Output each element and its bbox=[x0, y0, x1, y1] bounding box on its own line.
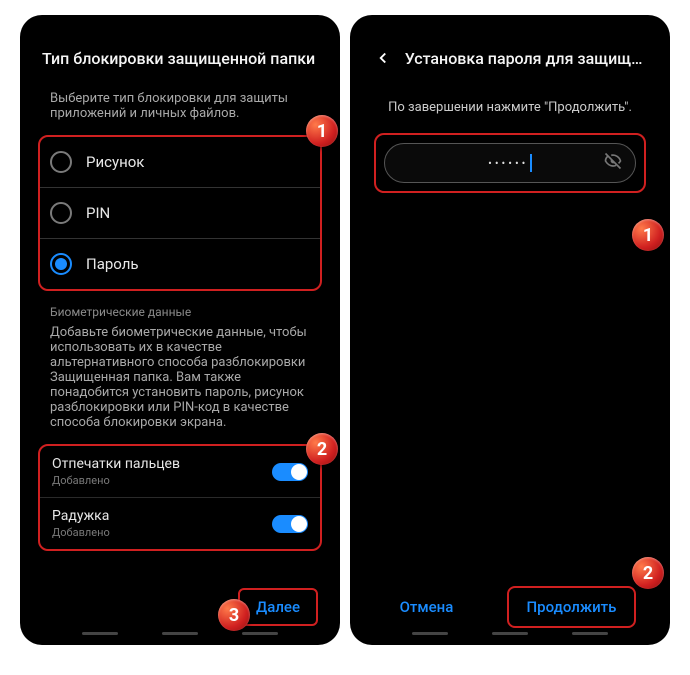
header: Тип блокировки защищенной папки bbox=[34, 29, 326, 87]
callout-1: 1 bbox=[632, 219, 664, 251]
bio-fingerprint[interactable]: Отпечатки пальцевДобавлено bbox=[40, 446, 320, 497]
header: Установка пароля для защищен... bbox=[364, 29, 656, 87]
nav-bar bbox=[350, 632, 670, 644]
callout-2: 2 bbox=[632, 557, 664, 589]
radio-icon bbox=[50, 202, 72, 224]
callout-2: 2 bbox=[306, 433, 338, 465]
next-button[interactable]: Далее bbox=[238, 588, 318, 626]
nav-bar bbox=[20, 632, 340, 644]
bio-helper-text: Добавьте биометрические данные, чтобы ис… bbox=[34, 321, 326, 444]
cancel-button[interactable]: Отмена bbox=[384, 590, 470, 624]
option-pin[interactable]: PIN bbox=[40, 187, 320, 238]
helper-text: Выберите тип блокировки для защиты прило… bbox=[34, 87, 326, 135]
phone-set-password: Установка пароля для защищен... По завер… bbox=[350, 15, 670, 645]
eye-off-icon[interactable] bbox=[603, 151, 623, 175]
continue-button[interactable]: Продолжить bbox=[507, 586, 637, 628]
callout-3: 3 bbox=[218, 599, 250, 631]
callout-1: 1 bbox=[306, 115, 338, 147]
phone-lock-type: Тип блокировки защищенной папки Выберите… bbox=[20, 15, 340, 645]
password-input[interactable]: •••••• bbox=[384, 143, 636, 183]
helper-text: По завершении нажмите "Продолжить". bbox=[364, 87, 656, 127]
section-biometrics: Биометрические данные bbox=[34, 291, 326, 321]
back-button[interactable] bbox=[372, 46, 395, 70]
toggle-fingerprint[interactable] bbox=[272, 463, 308, 481]
lock-type-list: Рисунок PIN Пароль bbox=[38, 135, 322, 291]
text-cursor bbox=[530, 154, 532, 172]
page-title: Установка пароля для защищен... bbox=[405, 49, 648, 68]
radio-icon-selected bbox=[50, 253, 72, 275]
page-title: Тип блокировки защищенной папки bbox=[42, 49, 315, 68]
radio-icon bbox=[50, 151, 72, 173]
option-password[interactable]: Пароль bbox=[40, 238, 320, 289]
password-area: •••••• bbox=[374, 133, 646, 193]
bio-iris[interactable]: РадужкаДобавлено bbox=[40, 497, 320, 549]
option-pattern[interactable]: Рисунок bbox=[40, 137, 320, 187]
biometrics-list: Отпечатки пальцевДобавлено РадужкаДобавл… bbox=[38, 444, 322, 551]
toggle-iris[interactable] bbox=[272, 515, 308, 533]
